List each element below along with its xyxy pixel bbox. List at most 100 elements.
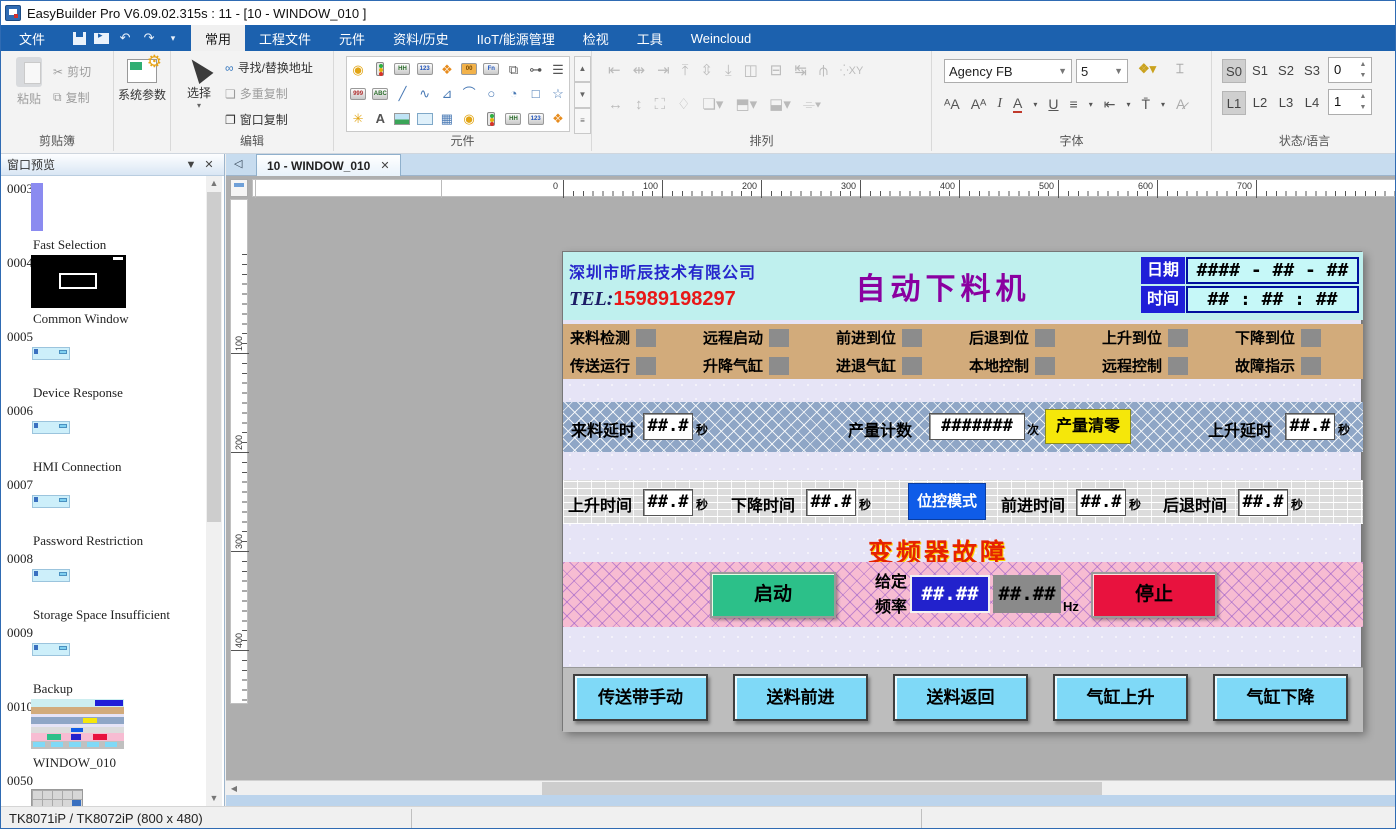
feed-forward-button[interactable]: 送料前进 <box>733 674 868 721</box>
file-menu-button[interactable]: 文件 <box>1 25 63 51</box>
hmi-time-display[interactable]: ## : ## : ## <box>1186 286 1359 313</box>
state-spinner[interactable]: 0▲▼ <box>1328 57 1372 83</box>
window-item-0050[interactable]: 0050 <box>1 773 201 806</box>
tab-home[interactable]: 常用 <box>191 25 245 51</box>
lang-l3-button[interactable]: L3 <box>1274 91 1298 115</box>
copy-button[interactable]: ⧉复制 <box>53 89 90 106</box>
picture-icon[interactable] <box>394 113 410 125</box>
toggle-switch-key2-icon[interactable]: HH <box>505 113 521 125</box>
tab-close-icon[interactable]: ✕ <box>380 159 389 172</box>
window-thumbnail-dialog[interactable] <box>32 495 70 508</box>
increase-font-icon[interactable]: ᴬA <box>944 96 960 112</box>
window-thumbnail-dialog[interactable] <box>32 643 70 656</box>
distribute-h-icon[interactable]: ↹ <box>794 61 807 79</box>
hmi-company-text[interactable]: 深圳市昕辰技术有限公司 <box>569 259 756 283</box>
indicator-rise-in-place[interactable]: 上升到位 <box>1095 324 1228 351</box>
bit-lamp2-icon[interactable]: ◉ <box>463 112 474 125</box>
ruler-corner-button[interactable] <box>230 179 248 197</box>
components-scroll-up-icon[interactable]: ▲ <box>574 56 591 82</box>
pin-icon[interactable]: ♢ <box>677 95 690 113</box>
numeric-key-icon[interactable]: 123 <box>417 63 433 75</box>
text-cursor-icon[interactable]: ⌶ <box>1176 61 1184 77</box>
indicator-remote-start[interactable]: 远程启动 <box>696 324 829 351</box>
feed-return-button[interactable]: 送料返回 <box>893 674 1028 721</box>
forward-time-input[interactable]: ##.# <box>1076 489 1126 516</box>
bring-front-icon[interactable]: ⬒▾ <box>735 95 757 113</box>
polyline-icon[interactable]: ⊿ <box>441 87 452 100</box>
qat-dropdown-icon[interactable]: ▾ <box>165 33 181 44</box>
rectangle-icon[interactable]: □ <box>532 87 540 100</box>
window-item-0007[interactable]: 0007 Password Restriction <box>1 477 201 551</box>
flip-icon[interactable]: ⌯▾ <box>803 96 821 113</box>
cylinder-down-button[interactable]: 气缸下降 <box>1213 674 1348 721</box>
simulate-icon[interactable] <box>94 33 109 44</box>
window-thumbnail-numpad[interactable] <box>31 789 83 806</box>
indicator-conveyor-running[interactable]: 传送运行 <box>563 352 696 379</box>
font-size-select[interactable]: 5▼ <box>1076 59 1128 83</box>
numeric-key2-icon[interactable]: 123 <box>528 113 544 125</box>
option-list-icon[interactable]: ☰ <box>552 63 564 76</box>
line-icon[interactable]: ╱ <box>399 87 407 100</box>
hmi-time-label[interactable]: 时间 <box>1141 286 1185 313</box>
rise-delay-input[interactable]: ##.# <box>1285 413 1335 440</box>
numeric-display-icon[interactable]: 999 <box>350 88 366 100</box>
indicator-feed-cylinder[interactable]: 进退气缸 <box>829 352 962 379</box>
send-back-icon[interactable]: ⬓▾ <box>769 95 791 113</box>
resize-height-icon[interactable]: ↕ <box>635 96 643 113</box>
window-thumbnail-dialog[interactable] <box>32 421 70 434</box>
combo-button-icon[interactable]: 00 <box>461 63 477 75</box>
ascii-display-icon[interactable]: ABC <box>372 88 388 100</box>
align-middle-icon[interactable]: ⇳ <box>700 61 713 79</box>
undo-icon[interactable]: ↶ <box>117 30 133 46</box>
lang-l2-button[interactable]: L2 <box>1248 91 1272 115</box>
material-delay-input[interactable]: ##.# <box>643 413 693 440</box>
tab-object[interactable]: 元件 <box>325 25 379 51</box>
select-dropdown-icon[interactable]: ▾ <box>179 101 219 110</box>
actual-frequency-display[interactable]: ##.## <box>993 575 1061 613</box>
indicator-material-detect[interactable]: 来料检测 <box>563 324 696 351</box>
indicator-local-control[interactable]: 本地控制 <box>962 352 1095 379</box>
scroll-left-icon[interactable]: ◀ <box>226 781 242 796</box>
scroll-up-icon[interactable]: ▲ <box>206 176 222 191</box>
function-key-icon[interactable]: Fn <box>483 63 499 75</box>
underline-icon[interactable]: U <box>1048 96 1058 112</box>
multi-state-lamp2-icon[interactable] <box>487 112 495 126</box>
tab-scroll-left-icon[interactable]: ◁ <box>234 157 242 170</box>
language-spinner-arrows-icon[interactable]: ▲▼ <box>1357 91 1369 113</box>
state-s0-button[interactable]: S0 <box>1222 59 1246 83</box>
canvas-scroll-thumb[interactable] <box>542 782 1102 795</box>
redo-icon[interactable]: ↷ <box>141 30 157 46</box>
document-tab-window010[interactable]: 10 - WINDOW_010 ✕ <box>256 154 401 176</box>
v-align-icon[interactable]: T̄ <box>1141 96 1150 112</box>
canvas-horizontal-scrollbar[interactable]: ◀ <box>226 780 1396 795</box>
conveyor-manual-button[interactable]: 传送带手动 <box>573 674 708 721</box>
hmi-machine-title[interactable]: 自动下料机 <box>818 264 1068 308</box>
align-right-icon[interactable]: ⇥ <box>657 61 670 79</box>
set-word-tag2-icon[interactable]: ❖ <box>552 112 564 125</box>
align-center-icon[interactable]: ⇹ <box>633 61 646 79</box>
resize-width-icon[interactable]: ↔ <box>608 96 623 113</box>
state-s3-button[interactable]: S3 <box>1300 59 1324 83</box>
paste-button[interactable]: 粘贴 <box>3 57 55 107</box>
arc-icon[interactable]: ⌒ <box>463 87 476 100</box>
tab-tool[interactable]: 工具 <box>623 25 677 51</box>
indicator-fault[interactable]: 故障指示 <box>1228 352 1361 379</box>
multi-state-switch-icon[interactable]: ⧉ <box>509 63 518 76</box>
pane-dropdown-icon[interactable]: ▼ <box>182 159 200 171</box>
circle-icon[interactable]: ○ <box>487 87 495 100</box>
panel-icon[interactable] <box>417 113 433 125</box>
h-align-icon[interactable]: ⇤ <box>1104 96 1116 113</box>
indicator-backward-in-place[interactable]: 后退到位 <box>962 324 1095 351</box>
count-display[interactable]: ####### <box>929 413 1025 440</box>
star-icon[interactable]: ☆ <box>552 87 564 100</box>
window-item-0010[interactable]: 0010 <box>1 699 201 773</box>
components-scroll-down-icon[interactable]: ▼ <box>574 82 591 108</box>
tab-view[interactable]: 检视 <box>569 25 623 51</box>
hmi-design-window010[interactable]: 深圳市昕辰技术有限公司 TEL:15989198297 自动下料机 日期 ###… <box>562 251 1362 731</box>
backward-time-input[interactable]: ##.# <box>1238 489 1288 516</box>
set-frequency-input[interactable]: ##.## <box>910 575 990 613</box>
system-parameters-button[interactable]: 系统参数 <box>116 59 168 103</box>
select-button[interactable]: 选择 ▾ <box>179 57 219 110</box>
toggle-switch-key-icon[interactable]: HH <box>394 63 410 75</box>
tab-project[interactable]: 工程文件 <box>245 25 325 51</box>
